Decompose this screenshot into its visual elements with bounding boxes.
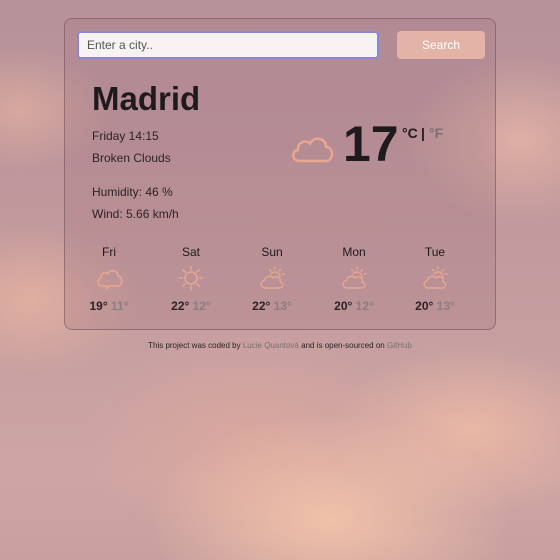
date-time: Friday 14:15 bbox=[92, 129, 159, 143]
weather-condition: Broken Clouds bbox=[92, 151, 171, 165]
author-link[interactable]: Lucie Quantová bbox=[243, 341, 299, 350]
search-button[interactable]: Search bbox=[397, 31, 485, 59]
humidity: Humidity: 46 % bbox=[92, 185, 173, 199]
forecast-max-temp: 19° bbox=[89, 299, 108, 313]
forecast-day-name: Mon bbox=[342, 245, 366, 259]
sun-icon bbox=[178, 265, 204, 291]
forecast-min-temp: 13° bbox=[436, 299, 455, 313]
forecast-day-name: Fri bbox=[102, 245, 116, 259]
footer: This project was coded by Lucie Quantová… bbox=[0, 341, 560, 350]
city-search-input[interactable] bbox=[77, 31, 379, 59]
forecast-row: Fri 19° 11° Sat 22° 12° Sun 22° 13° Mon … bbox=[65, 245, 497, 325]
forecast-day: Fri 19° 11° bbox=[79, 245, 139, 313]
forecast-max-temp: 22° bbox=[171, 299, 190, 313]
partly-cloudy-icon bbox=[342, 266, 367, 289]
forecast-max-temp: 20° bbox=[415, 299, 434, 313]
forecast-max-temp: 22° bbox=[252, 299, 271, 313]
cloud-icon bbox=[97, 270, 123, 290]
current-temperature: 17 bbox=[343, 116, 399, 172]
partly-cloudy-icon bbox=[423, 266, 448, 289]
forecast-min-temp: 13° bbox=[273, 299, 292, 313]
forecast-day-name: Tue bbox=[424, 245, 446, 259]
github-link[interactable]: GitHub bbox=[387, 341, 412, 350]
weather-card: Search Madrid Friday 14:15 Broken Clouds… bbox=[64, 18, 496, 330]
footer-text-start: This project was coded by bbox=[148, 341, 241, 350]
forecast-min-temp: 12° bbox=[355, 299, 374, 313]
forecast-day: Mon 20° 12° bbox=[324, 245, 384, 313]
forecast-day-name: Sun bbox=[261, 245, 283, 259]
forecast-day: Sun 22° 13° bbox=[242, 245, 302, 313]
forecast-min-temp: 12° bbox=[192, 299, 211, 313]
forecast-min-temp: 11° bbox=[111, 299, 129, 313]
cloud-icon bbox=[292, 137, 334, 163]
celsius-unit-link[interactable]: °C bbox=[402, 125, 418, 141]
partly-cloudy-icon bbox=[260, 266, 285, 289]
city-name: Madrid bbox=[92, 80, 201, 117]
fahrenheit-unit-link[interactable]: °F bbox=[429, 125, 443, 141]
forecast-day-name: Sat bbox=[181, 245, 200, 259]
footer-text-middle: and is open-sourced on bbox=[301, 341, 385, 350]
forecast-day: Tue 20° 13° bbox=[405, 245, 465, 313]
wind-speed: Wind: 5.66 km/h bbox=[92, 207, 179, 221]
unit-separator: | bbox=[421, 125, 425, 141]
forecast-day: Sat 22° 12° bbox=[161, 245, 221, 313]
forecast-max-temp: 20° bbox=[334, 299, 353, 313]
